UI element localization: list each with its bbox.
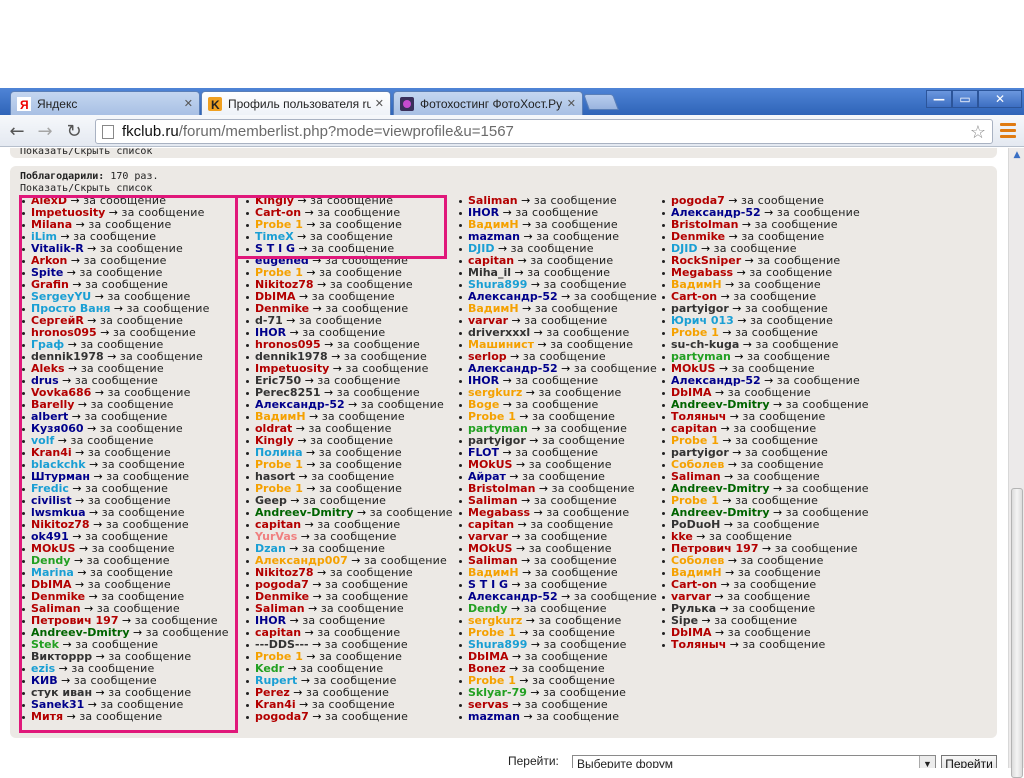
thanked-label: Поблагодарили: [20, 171, 105, 182]
tab-fotohost[interactable]: Фотохостинг ФотоХост.Ру ✕ [393, 91, 583, 115]
new-tab-button[interactable] [583, 94, 619, 110]
thanks-entry: Митя → за сообщение [20, 711, 229, 723]
tab-label: Яндекс [37, 96, 78, 111]
tab-strip: Я Яндекс ✕ K Профиль пользователя rus ✕ … [0, 88, 1024, 115]
thanks-column-3: Saliman → за сообщение IHOR → за сообщени… [457, 195, 657, 723]
thanked-summary: Поблагодарили: 170 раз. [20, 171, 159, 182]
username-link[interactable]: Толяныч [671, 638, 726, 651]
fotohost-icon [400, 96, 414, 111]
scroll-up-icon[interactable]: ▲ [1011, 150, 1023, 162]
url-path: /forum/memberlist.php?mode=viewprofile&u… [178, 123, 514, 140]
thanks-entry: mazman → за сообщение [457, 711, 657, 723]
forum-select-value: Выберите форум [577, 757, 673, 768]
thanks-column-1: AlexD → за сообщение Impetuosity → за соо… [20, 195, 229, 723]
chevron-down-icon: ▼ [919, 756, 935, 768]
minimize-button[interactable]: — [926, 90, 952, 108]
thanks-entry: pogoda7 → за сообщение [244, 711, 453, 723]
previous-panel [10, 148, 997, 158]
tab-yandex[interactable]: Я Яндекс ✕ [10, 91, 200, 115]
jump-button[interactable]: Перейти [941, 755, 997, 768]
forum-select[interactable]: Выберите форум ▼ [572, 755, 936, 768]
close-icon[interactable]: ✕ [567, 97, 576, 110]
url-domain: fkclub.ru [122, 123, 179, 140]
browser-toolbar: ← → ↻ fkclub.ru/forum/memberlist.php?mod… [0, 115, 1024, 147]
close-icon[interactable]: ✕ [184, 97, 193, 110]
post-link[interactable]: за сообщение [325, 710, 408, 723]
reload-icon[interactable]: ↻ [63, 121, 85, 142]
jump-label: Перейти: [508, 754, 559, 768]
tab-profile[interactable]: K Профиль пользователя rus ✕ [201, 91, 391, 115]
page-content: Показать/Скрыть список Поблагодарили: 17… [0, 148, 1008, 768]
vertical-scrollbar[interactable]: ▲ [1008, 148, 1024, 778]
address-bar[interactable]: fkclub.ru/forum/memberlist.php?mode=view… [95, 119, 993, 144]
back-arrow-icon[interactable]: ← [6, 121, 28, 142]
thanks-column-2: Kingly → за сообщение Cart-on → за сообще… [244, 195, 453, 723]
forward-arrow-icon[interactable]: → [34, 121, 56, 142]
tab-label: Профиль пользователя rus [228, 96, 371, 111]
page-icon [102, 124, 114, 139]
username-link[interactable]: mazman [468, 710, 520, 723]
post-link[interactable]: за сообщение [743, 638, 826, 651]
menu-icon[interactable] [1000, 123, 1016, 139]
toggle-list-link[interactable]: Показать/Скрыть список [20, 183, 152, 194]
tab-label: Фотохостинг ФотоХост.Ру [420, 96, 563, 111]
post-link[interactable]: за сообщение [79, 710, 162, 723]
svg-text:K: K [211, 98, 220, 111]
thanks-column-4: pogoda7 → за сообщение Александр-52 → за … [660, 195, 869, 651]
svg-text:Я: Я [20, 98, 29, 111]
close-window-button[interactable]: ✕ [978, 90, 1022, 108]
thanks-entry: Толяныч → за сообщение [660, 639, 869, 651]
toggle-list-link-top[interactable]: Показать/Скрыть список [20, 148, 152, 157]
fkclub-icon: K [208, 96, 222, 112]
scrollbar-thumb[interactable] [1011, 488, 1023, 778]
post-link[interactable]: за сообщение [536, 710, 619, 723]
maximize-button[interactable]: ▭ [952, 90, 978, 108]
username-link[interactable]: pogoda7 [255, 710, 309, 723]
yandex-icon: Я [17, 96, 31, 112]
username-link[interactable]: Митя [31, 710, 63, 723]
thanked-count: 170 раз. [110, 171, 159, 182]
bookmark-star-icon[interactable]: ☆ [970, 122, 986, 143]
close-icon[interactable]: ✕ [375, 97, 384, 110]
